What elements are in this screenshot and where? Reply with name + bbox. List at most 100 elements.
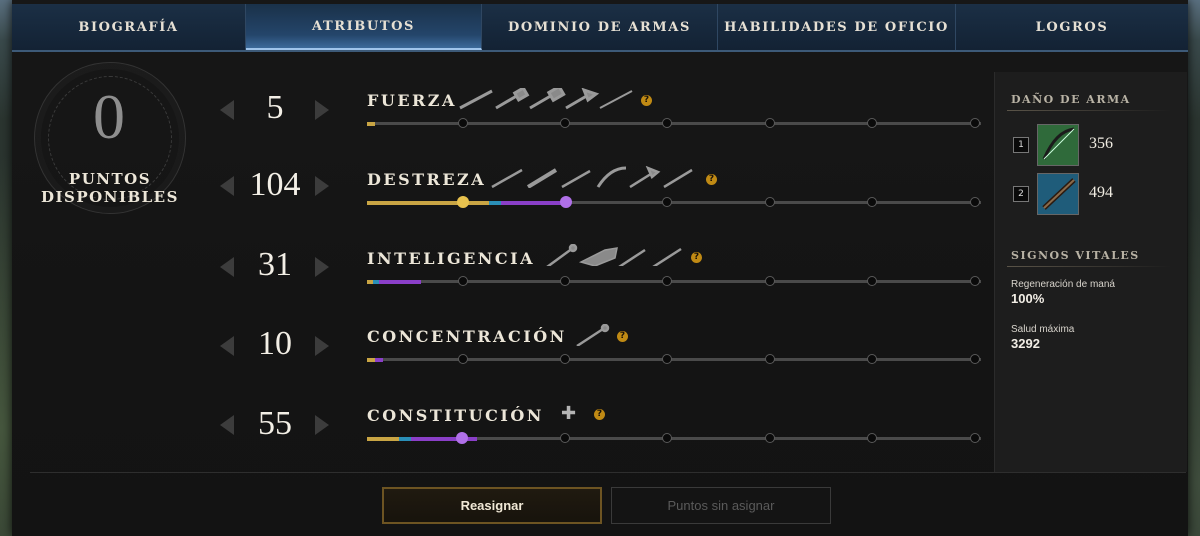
increase-constitucion-button[interactable] xyxy=(315,415,329,435)
threshold-node xyxy=(765,197,775,207)
life-staff-icon xyxy=(576,327,604,346)
constitucion-label: CONSTITUCIÓN xyxy=(367,406,544,425)
divider xyxy=(1007,266,1171,267)
points-label-line1: PUNTOS xyxy=(68,170,152,188)
inteligencia-value: 31 xyxy=(258,246,292,283)
available-points-label: PUNTOS DISPONIBLES xyxy=(30,170,190,206)
threshold-node xyxy=(765,118,775,128)
max-health-label: Salud máxima xyxy=(1011,324,1075,335)
threshold-node xyxy=(458,118,468,128)
destreza-weapons xyxy=(491,166,693,188)
threshold-node xyxy=(970,118,980,128)
increase-fuerza-button[interactable] xyxy=(315,100,329,120)
mana-regen-value: 100% xyxy=(1011,291,1045,306)
threshold-node xyxy=(867,354,877,364)
threshold-node xyxy=(560,276,570,286)
tab-bar: BIOGRAFÍA ATRIBUTOS DOMINIO DE ARMAS HAB… xyxy=(12,4,1188,52)
gauntlet-icon xyxy=(578,247,618,266)
unassigned-points-button[interactable]: Puntos sin asignar xyxy=(611,487,831,524)
threshold-node xyxy=(458,354,468,364)
threshold-node xyxy=(765,276,775,286)
concentracion-value: 10 xyxy=(258,325,292,362)
threshold-node xyxy=(662,118,672,128)
weapon-slot-1-image[interactable] xyxy=(1037,124,1079,166)
bow-icon xyxy=(1042,127,1075,160)
max-health-value: 3292 xyxy=(1011,336,1040,351)
destreza-label: DESTREZA xyxy=(367,170,487,189)
musket-icon xyxy=(526,168,558,188)
threshold-node xyxy=(662,276,672,286)
weapon-slot-1-badge: 1 xyxy=(1013,137,1029,153)
spear-icon xyxy=(652,247,682,266)
concentracion-label: CONCENTRACIÓN xyxy=(367,327,567,346)
musket-icon xyxy=(1042,178,1076,210)
fuerza-weapons xyxy=(459,88,633,110)
threshold-node xyxy=(560,354,570,364)
constitucion-help-icon[interactable]: ? xyxy=(594,409,605,420)
threshold-node xyxy=(765,433,775,443)
plus-icon: ✚ xyxy=(561,403,577,424)
destreza-value: 104 xyxy=(249,166,301,203)
weapon-slot-2-damage: 494 xyxy=(1089,184,1113,201)
reassign-button[interactable]: Reasignar xyxy=(382,487,602,524)
tab-label: LOGROS xyxy=(1035,19,1109,35)
fuerza-label: FUERZA xyxy=(367,91,457,110)
increase-destreza-button[interactable] xyxy=(315,176,329,196)
inteligencia-weapons xyxy=(546,244,682,266)
fuerza-value: 5 xyxy=(266,89,284,126)
tab-label: HABILIDADES DE OFICIO xyxy=(724,19,949,35)
weapon-slot-1-damage: 356 xyxy=(1089,135,1113,152)
tab-label: BIOGRAFÍA xyxy=(78,19,179,35)
increase-inteligencia-button[interactable] xyxy=(315,257,329,277)
tab-atributos[interactable]: ATRIBUTOS xyxy=(246,4,482,50)
threshold-node xyxy=(867,433,877,443)
destreza-value-marker xyxy=(560,196,572,208)
spear-icon xyxy=(599,90,633,109)
threshold-node xyxy=(867,197,877,207)
staff-icon xyxy=(546,246,574,266)
stats-side-panel: DAÑO DE ARMA 1 356 2 494 SIGNOS VITALES … xyxy=(994,72,1187,472)
weapon-slot-2-image[interactable] xyxy=(1037,173,1079,215)
destreza-help-icon[interactable]: ? xyxy=(706,174,717,185)
points-label-line2: DISPONIBLES xyxy=(41,188,179,206)
sword-icon xyxy=(663,168,693,188)
divider xyxy=(1007,110,1171,111)
constitucion-value: 55 xyxy=(258,405,292,442)
spear-icon xyxy=(491,168,523,188)
inteligencia-help-icon[interactable]: ? xyxy=(691,252,702,263)
bow-icon xyxy=(596,166,627,188)
threshold-node xyxy=(662,354,672,364)
available-points-value: 0 xyxy=(93,81,125,152)
threshold-node xyxy=(970,433,980,443)
threshold-node xyxy=(867,118,877,128)
threshold-node xyxy=(970,354,980,364)
fuerza-help-icon[interactable]: ? xyxy=(641,95,652,106)
concentracion-weapons xyxy=(576,324,610,346)
tab-biografia[interactable]: BIOGRAFÍA xyxy=(12,4,246,50)
weapon-damage-title: DAÑO DE ARMA xyxy=(1011,93,1131,106)
tab-dominio-de-armas[interactable]: DOMINIO DE ARMAS xyxy=(482,4,718,50)
destreza-bonus-marker xyxy=(457,196,469,208)
threshold-node xyxy=(662,197,672,207)
threshold-node xyxy=(662,433,672,443)
divider xyxy=(30,472,1186,473)
weapon-slot-2-badge: 2 xyxy=(1013,186,1029,202)
tab-label: DOMINIO DE ARMAS xyxy=(508,19,691,35)
rapier-icon xyxy=(561,169,591,188)
threshold-node xyxy=(867,276,877,286)
constitucion-value-marker xyxy=(456,432,468,444)
tab-logros[interactable]: LOGROS xyxy=(956,4,1188,50)
concentracion-help-icon[interactable]: ? xyxy=(617,331,628,342)
sword-icon xyxy=(459,89,493,110)
tab-habilidades-de-oficio[interactable]: HABILIDADES DE OFICIO xyxy=(718,4,956,50)
threshold-node xyxy=(970,197,980,207)
threshold-node xyxy=(765,354,775,364)
threshold-node xyxy=(560,433,570,443)
threshold-node xyxy=(560,118,570,128)
mana-regen-label: Regeneración de maná xyxy=(1011,279,1115,290)
threshold-node xyxy=(970,276,980,286)
tab-label: ATRIBUTOS xyxy=(311,18,416,34)
rapier-icon xyxy=(618,248,646,266)
increase-concentracion-button[interactable] xyxy=(315,336,329,356)
vitals-title: SIGNOS VITALES xyxy=(1011,249,1140,262)
